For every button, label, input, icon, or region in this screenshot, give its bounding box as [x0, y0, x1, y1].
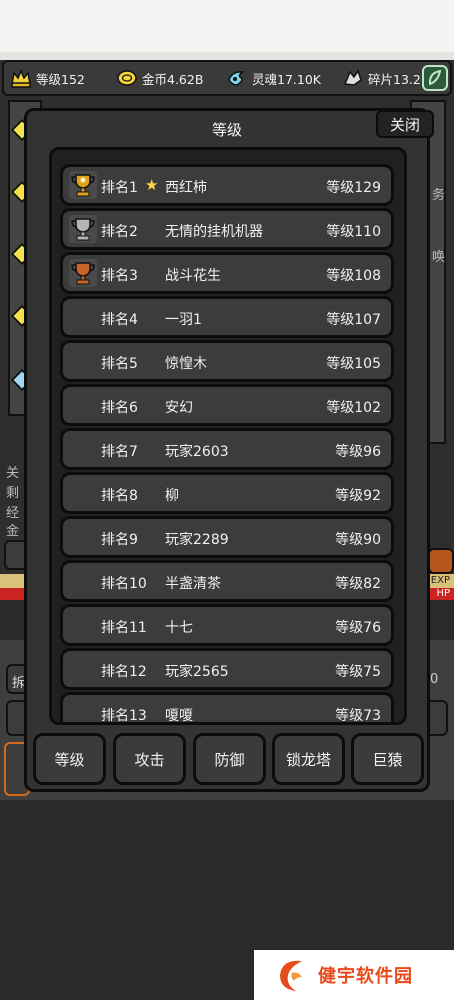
side-label: 务 [432, 188, 446, 203]
rank-label: 排名2 [101, 224, 138, 240]
star-icon: ★ [145, 176, 159, 194]
player-level: 等级102 [326, 400, 381, 416]
player-name: 玩家2565 [165, 664, 229, 680]
ranking-row[interactable]: 排名6 安幻 等级102 [60, 384, 394, 426]
player-level: 等级73 [335, 708, 381, 724]
modal-title: 等级 [211, 121, 242, 139]
player-level: 等级110 [326, 224, 381, 240]
ranking-row[interactable]: 排名5 惊惶木 等级105 [60, 340, 394, 382]
rank-label: 排名9 [101, 532, 138, 548]
crown-icon [10, 67, 32, 89]
rank-label: 排名4 [101, 312, 138, 328]
ranking-modal: 等级 关闭 排名1 ★ 西红柿 等级129 排名2 无情的挂机机器 等级110 … [24, 108, 434, 792]
ranking-row[interactable]: 排名12 玩家2565 等级75 [60, 648, 394, 690]
resource-soul: 灵魂17.10K [220, 62, 336, 94]
ranking-row[interactable]: 排名10 半盏清茶 等级82 [60, 560, 394, 602]
ranking-list[interactable]: 排名1 ★ 西红柿 等级129 排名2 无情的挂机机器 等级110 排名3 战斗… [49, 147, 407, 725]
bronze-trophy-icon [69, 259, 97, 287]
ranking-row[interactable]: 排名8 柳 等级92 [60, 472, 394, 514]
player-name: 无情的挂机机器 [165, 224, 263, 240]
player-level: 等级75 [335, 664, 381, 680]
top-header-band [0, 0, 454, 60]
player-level: 等级129 [326, 180, 381, 196]
ranking-row[interactable]: 排名11 十七 等级76 [60, 604, 394, 646]
player-name: 半盏清茶 [165, 576, 221, 592]
watermark-logo-icon [280, 960, 302, 991]
ranking-row[interactable]: 排名2 无情的挂机机器 等级110 [60, 208, 394, 250]
rank-label: 排名7 [101, 444, 138, 460]
bg-count: 0 [430, 672, 439, 687]
rank-label: 排名12 [101, 664, 147, 680]
ranking-row[interactable]: 排名7 玩家2603 等级96 [60, 428, 394, 470]
resource-level-value: 等级152 [36, 71, 85, 87]
player-name: 西红柿 [165, 180, 207, 196]
shard-icon [342, 67, 364, 89]
side-label: 唤 [432, 250, 446, 265]
player-level: 等级76 [335, 620, 381, 636]
player-level: 等级90 [335, 532, 381, 548]
close-button[interactable]: 关闭 [376, 110, 434, 138]
player-name: 玩家2289 [165, 532, 229, 548]
tab-level[interactable]: 等级 [33, 733, 106, 785]
ranking-row[interactable]: 排名3 战斗花生 等级108 [60, 252, 394, 294]
player-level: 等级96 [335, 444, 381, 460]
watermark-text: 健宇软件园 [318, 966, 413, 987]
tab-dragon-tower[interactable]: 锁龙塔 [272, 733, 345, 785]
player-name: 十七 [165, 620, 193, 636]
player-level: 等级108 [326, 268, 381, 284]
skill-portrait [428, 548, 454, 574]
ranking-tabs: 等级 攻击 防御 锁龙塔 巨猿 [33, 733, 425, 785]
rank-label: 排名5 [101, 356, 138, 372]
rank-label: 排名3 [101, 268, 138, 284]
player-level: 等级82 [335, 576, 381, 592]
stage-label: 关 [6, 466, 20, 481]
player-name: 安幻 [165, 400, 193, 416]
player-name: 惊惶木 [165, 356, 207, 372]
resource-soul-value: 灵魂17.10K [252, 71, 321, 87]
player-level: 等级105 [326, 356, 381, 372]
menu-button[interactable] [422, 65, 448, 91]
gold-label: 金 [6, 524, 20, 539]
silver-trophy-icon [69, 215, 97, 243]
resource-gold-value: 金币4.62B [142, 71, 204, 87]
player-level: 等级92 [335, 488, 381, 504]
gold-trophy-icon [69, 171, 97, 199]
rank-label: 排名10 [101, 576, 147, 592]
rank-label: 排名6 [101, 400, 138, 416]
tab-defense[interactable]: 防御 [193, 733, 266, 785]
player-name: 战斗花生 [165, 268, 221, 284]
player-name: 柳 [165, 488, 179, 504]
exp-label: 经 [6, 506, 20, 521]
rank-label: 排名11 [101, 620, 147, 636]
resource-level: 等级152 [4, 62, 110, 94]
rank-label: 排名1 [101, 180, 138, 196]
player-name: 一羽1 [165, 312, 202, 328]
coin-icon [116, 67, 138, 89]
resource-gold: 金币4.62B [110, 62, 220, 94]
ranking-row[interactable]: 排名9 玩家2289 等级90 [60, 516, 394, 558]
tab-attack[interactable]: 攻击 [113, 733, 186, 785]
rank-label: 排名8 [101, 488, 138, 504]
remaining-label: 剩 [6, 486, 20, 501]
player-name: 玩家2603 [165, 444, 229, 460]
exp-tag: EXP [430, 575, 450, 586]
rank-label: 排名13 [101, 708, 147, 724]
ranking-row[interactable]: 排名4 一羽1 等级107 [60, 296, 394, 338]
hp-tag: HP [436, 588, 450, 599]
soul-icon [226, 67, 248, 89]
player-level: 等级107 [326, 312, 381, 328]
watermark: 健宇软件园 [254, 950, 454, 1000]
ranking-row[interactable]: 排名13 嗄嗄 等级73 [60, 692, 394, 724]
player-name: 嗄嗄 [165, 708, 193, 724]
leaf-icon [428, 69, 442, 86]
tab-giant-ape[interactable]: 巨猿 [351, 733, 424, 785]
ranking-row[interactable]: 排名1 ★ 西红柿 等级129 [60, 164, 394, 206]
resource-bar: 等级152 金币4.62B 灵魂17.10K 碎片13.27K [2, 60, 452, 96]
